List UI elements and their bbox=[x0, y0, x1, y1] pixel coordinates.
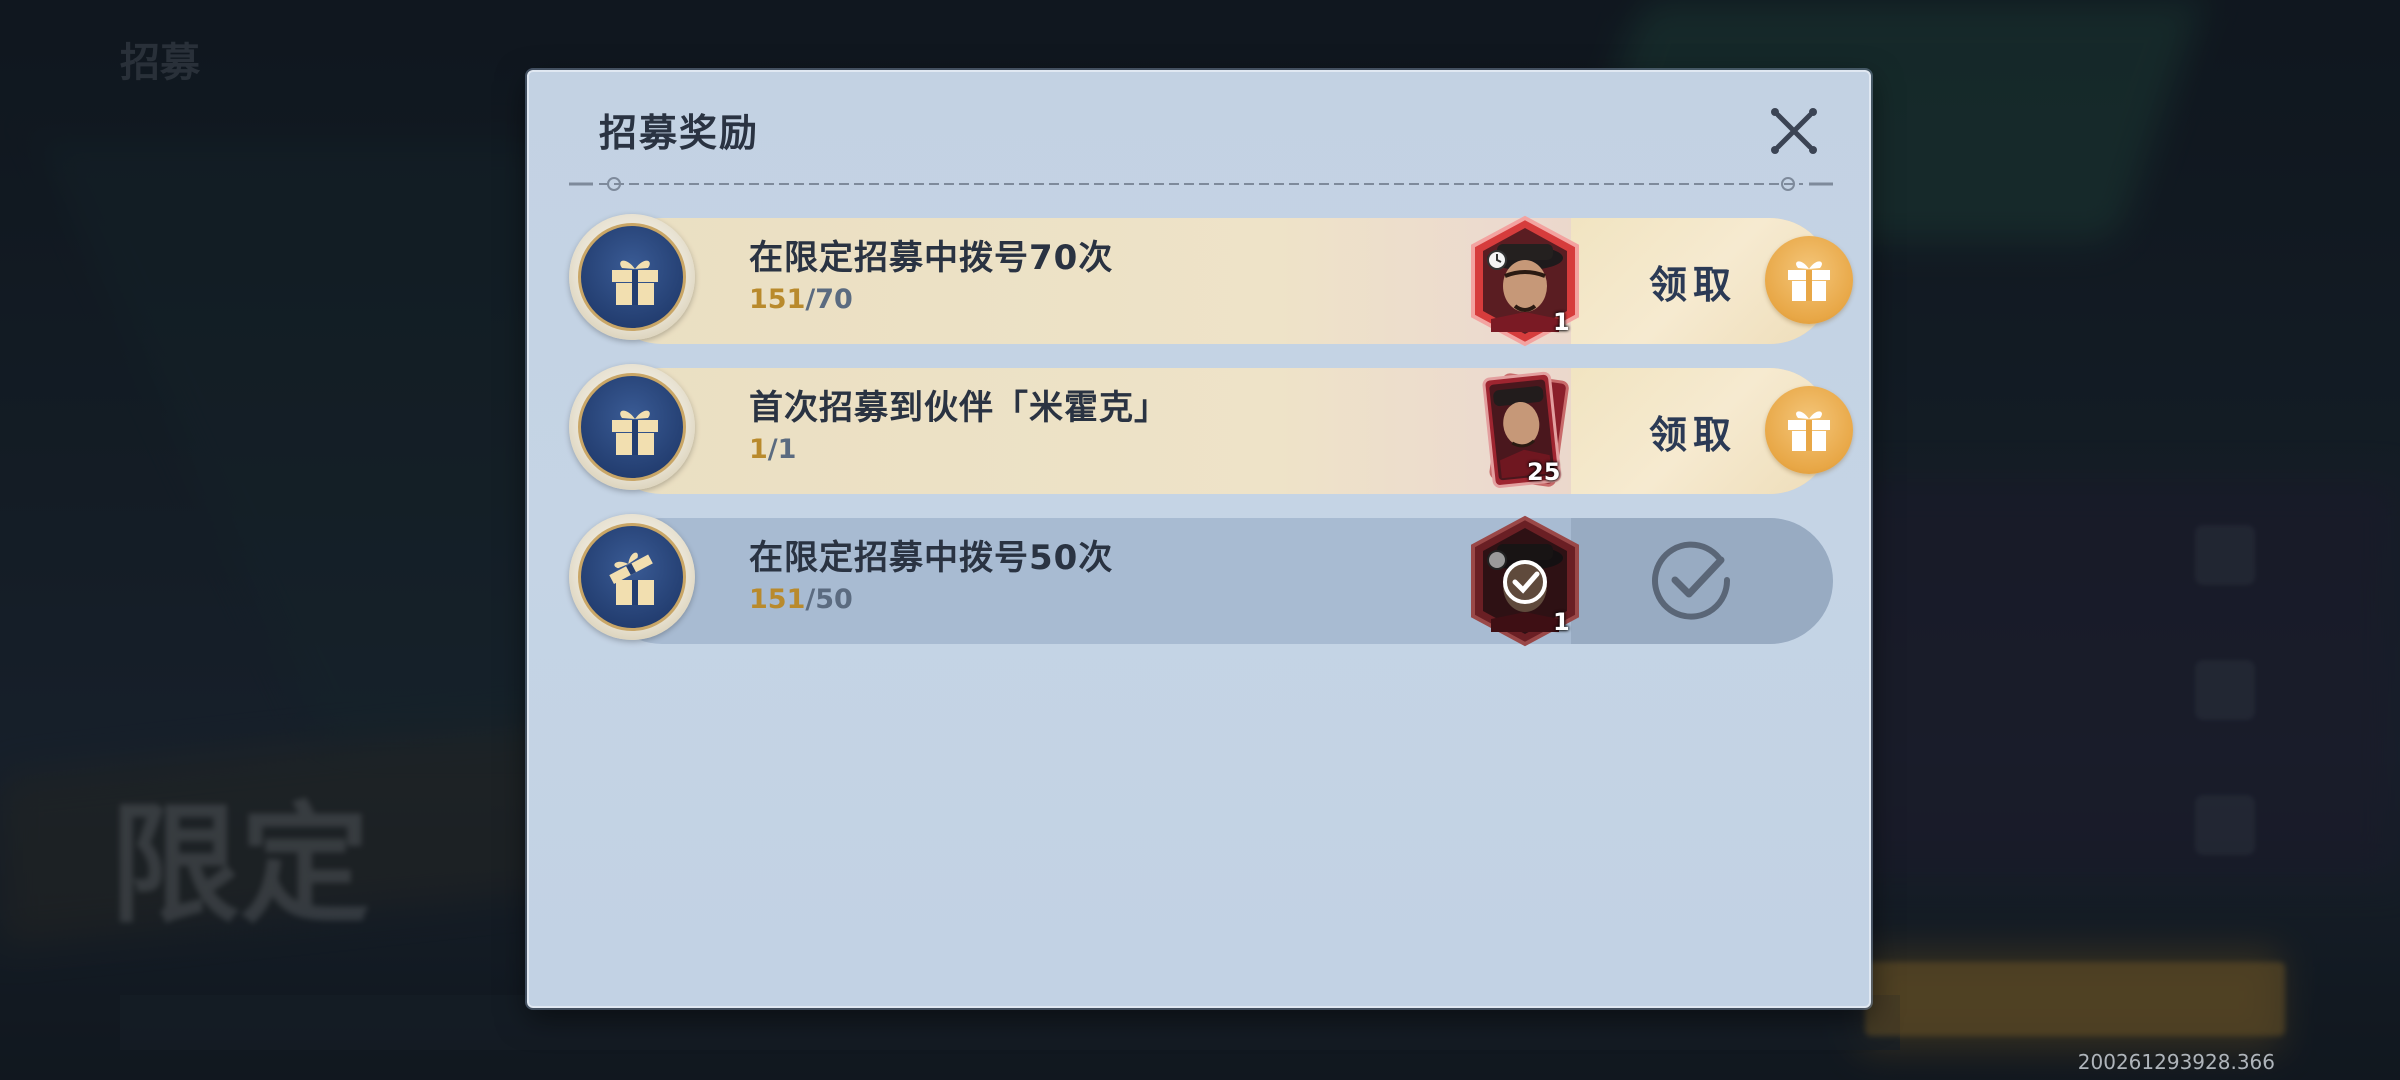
task-row: 在限定招募中拨号70次 151/70 1 领取 bbox=[569, 214, 1853, 348]
reward-count: 1 bbox=[1553, 308, 1570, 336]
version-label: 200261293928.366 bbox=[2077, 1050, 2275, 1074]
reward-card-portrait[interactable]: 25 bbox=[1467, 364, 1583, 498]
task-list: 在限定招募中拨号70次 151/70 1 领取 首次招募到伙伴「米霍克」 1/1… bbox=[569, 214, 1853, 664]
claim-gift-badge bbox=[1765, 386, 1853, 474]
task-icon bbox=[569, 514, 695, 640]
task-progress: 1/1 bbox=[749, 434, 797, 465]
task-icon bbox=[569, 364, 695, 490]
reward-count: 1 bbox=[1553, 608, 1570, 636]
claim-button[interactable]: 领取 bbox=[1649, 234, 1859, 328]
task-row: 首次招募到伙伴「米霍克」 1/1 25 领取 bbox=[569, 364, 1853, 498]
dialog-title: 招募奖励 bbox=[599, 111, 760, 155]
close-button[interactable] bbox=[1767, 104, 1821, 158]
title-divider bbox=[569, 177, 1833, 191]
claim-gift-badge bbox=[1765, 236, 1853, 324]
task-title: 首次招募到伙伴「米霍克」 bbox=[749, 388, 1169, 428]
claim-button-label: 领取 bbox=[1649, 263, 1738, 307]
open-gift-icon bbox=[609, 552, 654, 605]
claim-button[interactable]: 领取 bbox=[1649, 384, 1859, 478]
reward-portrait[interactable]: 1 bbox=[1467, 214, 1583, 348]
recruit-reward-dialog: 招募奖励 在限定招募中拨号70次 151/70 1 领取 首次招募到伙伴「米霍克… bbox=[527, 70, 1871, 1008]
gift-icon bbox=[612, 410, 658, 455]
gift-icon bbox=[1788, 261, 1830, 301]
close-x-icon bbox=[1771, 108, 1817, 154]
reward-count: 25 bbox=[1527, 458, 1561, 486]
gift-icon bbox=[612, 260, 658, 305]
task-title: 在限定招募中拨号70次 bbox=[749, 238, 1114, 278]
task-icon bbox=[569, 214, 695, 340]
task-progress: 151/50 bbox=[749, 584, 853, 615]
task-progress: 151/70 bbox=[749, 284, 853, 315]
reward-portrait-claimed[interactable]: 1 bbox=[1467, 514, 1583, 648]
claim-button-label: 领取 bbox=[1649, 413, 1738, 457]
task-title: 在限定招募中拨号50次 bbox=[749, 538, 1114, 578]
task-row: 在限定招募中拨号50次 151/50 1 bbox=[569, 514, 1833, 648]
claimed-check-icon bbox=[1652, 541, 1731, 620]
gift-icon bbox=[1788, 411, 1830, 451]
